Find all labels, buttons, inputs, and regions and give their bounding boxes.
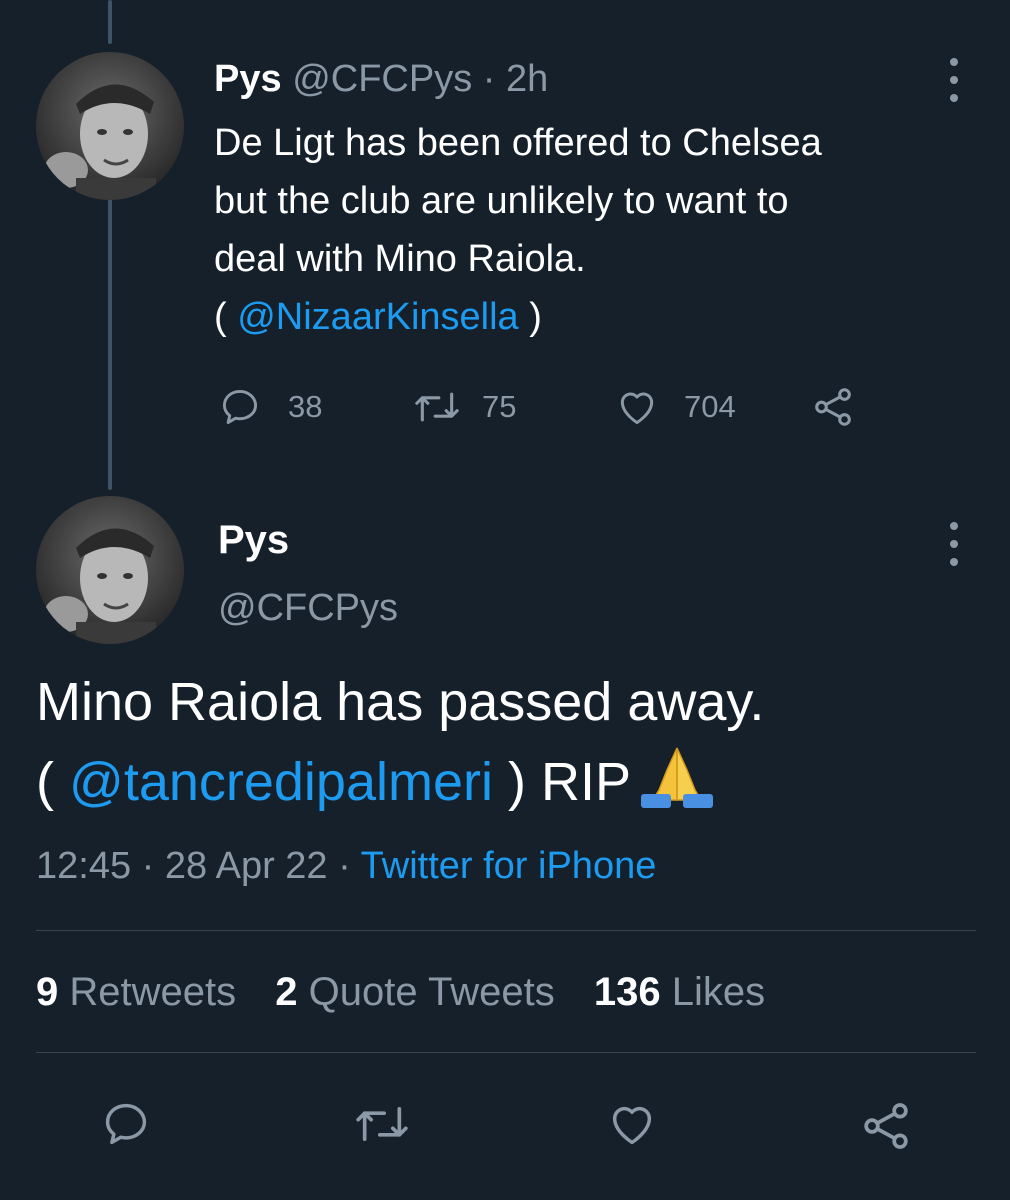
retweets-stat[interactable]: 9 Retweets (36, 970, 236, 1014)
tweet2-stats: 9 Retweets 2 Quote Tweets 136 Likes (36, 964, 793, 1020)
retweets-label: Retweets (69, 970, 237, 1014)
heart-icon (620, 392, 654, 425)
likes-count: 136 (593, 970, 661, 1014)
tweet1-separator: · (482, 58, 496, 100)
thread-line-connector (108, 196, 112, 490)
tweet2-mention-link[interactable]: @tancredipalmeri (69, 752, 493, 812)
likes-label: Likes (671, 970, 766, 1014)
share-button[interactable] (810, 384, 856, 430)
more-dot-icon (950, 76, 958, 84)
reply-icon (222, 389, 258, 425)
tweet1-text-line: but the club are unlikely to want to (214, 180, 789, 222)
tweet2-action-bar (0, 1098, 1010, 1150)
reply-count: 38 (288, 389, 323, 424)
divider (36, 930, 976, 931)
tweet1-mention-line: ( @NizaarKinsella ) (214, 288, 974, 346)
tweet2-source-link[interactable]: Twitter for iPhone (361, 845, 657, 887)
paren-close-rip: ) RIP (492, 752, 631, 812)
retweets-count: 9 (36, 970, 59, 1014)
tweet2-text: Mino Raiola has passed away. ( @tancredi… (36, 662, 986, 830)
tweet1-text-line: deal with Mino Raiola. (214, 238, 586, 280)
tweet1-action-bar: 38 75 704 (218, 384, 918, 430)
likes-stat[interactable]: 136 Likes (594, 970, 765, 1014)
avatar-image (36, 52, 184, 200)
more-dot-icon (950, 558, 958, 566)
thread-line-top (108, 0, 112, 44)
more-dot-icon (950, 94, 958, 102)
tweet2-mention-line: ( @tancredipalmeri ) RIP (36, 742, 986, 830)
paren-open: ( (214, 296, 238, 338)
tweet2-time[interactable]: 12:45 (36, 845, 131, 887)
paren-open: ( (36, 752, 69, 812)
tweet2-meta: 12:45 · 28 Apr 22 · Twitter for iPhone (36, 838, 656, 894)
like-button[interactable]: 704 (614, 384, 736, 430)
retweet-icon (356, 1106, 408, 1142)
reply-button[interactable]: 38 (218, 384, 322, 430)
quotes-label: Quote Tweets (308, 970, 555, 1014)
tweet1-more-button[interactable] (942, 58, 966, 102)
tweet1-mention-link[interactable]: @NizaarKinsella (237, 296, 518, 338)
more-dot-icon (950, 58, 958, 66)
tweet1-header: Pys @CFCPys · 2h (214, 56, 548, 102)
tweet1-text: De Ligt has been offered to Chelsea but … (214, 114, 974, 346)
meta-separator: · (141, 845, 155, 887)
tweet1-author-name[interactable]: Pys (214, 58, 282, 100)
tweet2-author-name[interactable]: Pys (218, 516, 289, 564)
retweet-count: 75 (482, 389, 517, 424)
more-dot-icon (950, 522, 958, 530)
like-count: 704 (684, 389, 736, 424)
meta-separator: · (338, 845, 351, 887)
tweet1-timestamp[interactable]: 2h (506, 58, 548, 100)
share-icon (815, 388, 851, 426)
avatar-image (36, 496, 184, 644)
tweet2-date[interactable]: 28 Apr 22 (165, 845, 328, 887)
retweet-icon (415, 392, 459, 422)
retweet-button[interactable] (352, 1098, 412, 1155)
paren-close: ) (518, 296, 542, 338)
share-button[interactable] (858, 1098, 914, 1159)
like-button[interactable] (604, 1098, 660, 1155)
quote-tweets-stat[interactable]: 2 Quote Tweets (275, 970, 554, 1014)
tweet1-author-handle[interactable]: @CFCPys (292, 58, 472, 100)
tweet1-text-line: De Ligt has been offered to Chelsea (214, 122, 822, 164)
share-icon (864, 1103, 908, 1149)
reply-button[interactable] (98, 1098, 154, 1155)
tweet2-more-button[interactable] (942, 522, 966, 566)
more-dot-icon (950, 540, 958, 548)
quotes-count: 2 (275, 970, 298, 1014)
avatar[interactable] (36, 52, 184, 200)
tweet2-text-line: Mino Raiola has passed away. (36, 672, 765, 732)
retweet-button[interactable]: 75 (412, 384, 516, 430)
reply-icon (105, 1103, 147, 1145)
heart-icon (612, 1106, 652, 1145)
divider (36, 1052, 976, 1053)
tweet2-author-handle[interactable]: @CFCPys (218, 584, 398, 632)
folded-hands-emoji (637, 742, 717, 830)
avatar[interactable] (36, 496, 184, 644)
